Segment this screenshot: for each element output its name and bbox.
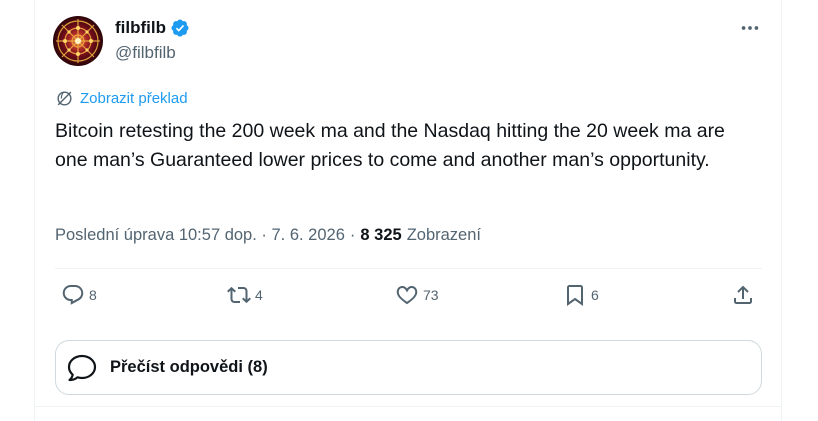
read-replies-label: Přečíst odpovědi (8) — [110, 358, 268, 376]
views-count: 8 325 — [360, 226, 402, 244]
share-upload-icon — [734, 285, 752, 304]
display-name[interactable]: filbfilb — [115, 18, 190, 38]
action-bar: 8 4 73 6 — [55, 283, 762, 317]
bottom-divider — [34, 406, 782, 407]
avatar[interactable] — [53, 16, 103, 66]
tweet-text: Bitcoin retesting the 200 week ma and th… — [55, 120, 725, 171]
repost-button[interactable]: 4 — [227, 283, 263, 307]
meta-separator: · — [349, 226, 356, 244]
display-name-text: filbfilb — [115, 18, 166, 37]
bookmark-button[interactable]: 6 — [563, 283, 599, 307]
like-button[interactable]: 73 — [395, 283, 439, 307]
views-label: Zobrazení — [406, 226, 481, 244]
tweet-meta: Poslední úprava 10:57 dop. · 7. 6. 2026 … — [55, 226, 481, 245]
user-handle[interactable]: @filbfilb — [115, 43, 176, 63]
like-count: 73 — [423, 287, 439, 303]
bookmark-count: 6 — [591, 287, 599, 303]
share-button[interactable] — [731, 283, 755, 307]
heart-icon — [396, 286, 418, 305]
translate-globe-icon — [57, 91, 72, 106]
reply-button[interactable]: 8 — [61, 283, 97, 307]
bookmark-icon — [567, 285, 583, 306]
verified-badge-icon — [170, 18, 190, 38]
edited-timestamp[interactable]: Poslední úprava 10:57 dop. · 7. 6. 2026 — [55, 226, 345, 245]
reply-count: 8 — [89, 287, 97, 303]
divider — [55, 268, 762, 269]
reply-bubble-icon — [62, 285, 84, 305]
more-dots-icon[interactable] — [738, 18, 762, 38]
speech-bubble-icon — [67, 354, 97, 381]
avatar-image — [53, 16, 103, 66]
translate-link[interactable]: Zobrazit překlad — [55, 89, 188, 108]
repost-arrows-icon — [227, 286, 251, 304]
translate-label: Zobrazit překlad — [80, 90, 188, 107]
repost-count: 4 — [255, 287, 263, 303]
read-replies-button[interactable]: Přečíst odpovědi (8) — [55, 340, 762, 395]
